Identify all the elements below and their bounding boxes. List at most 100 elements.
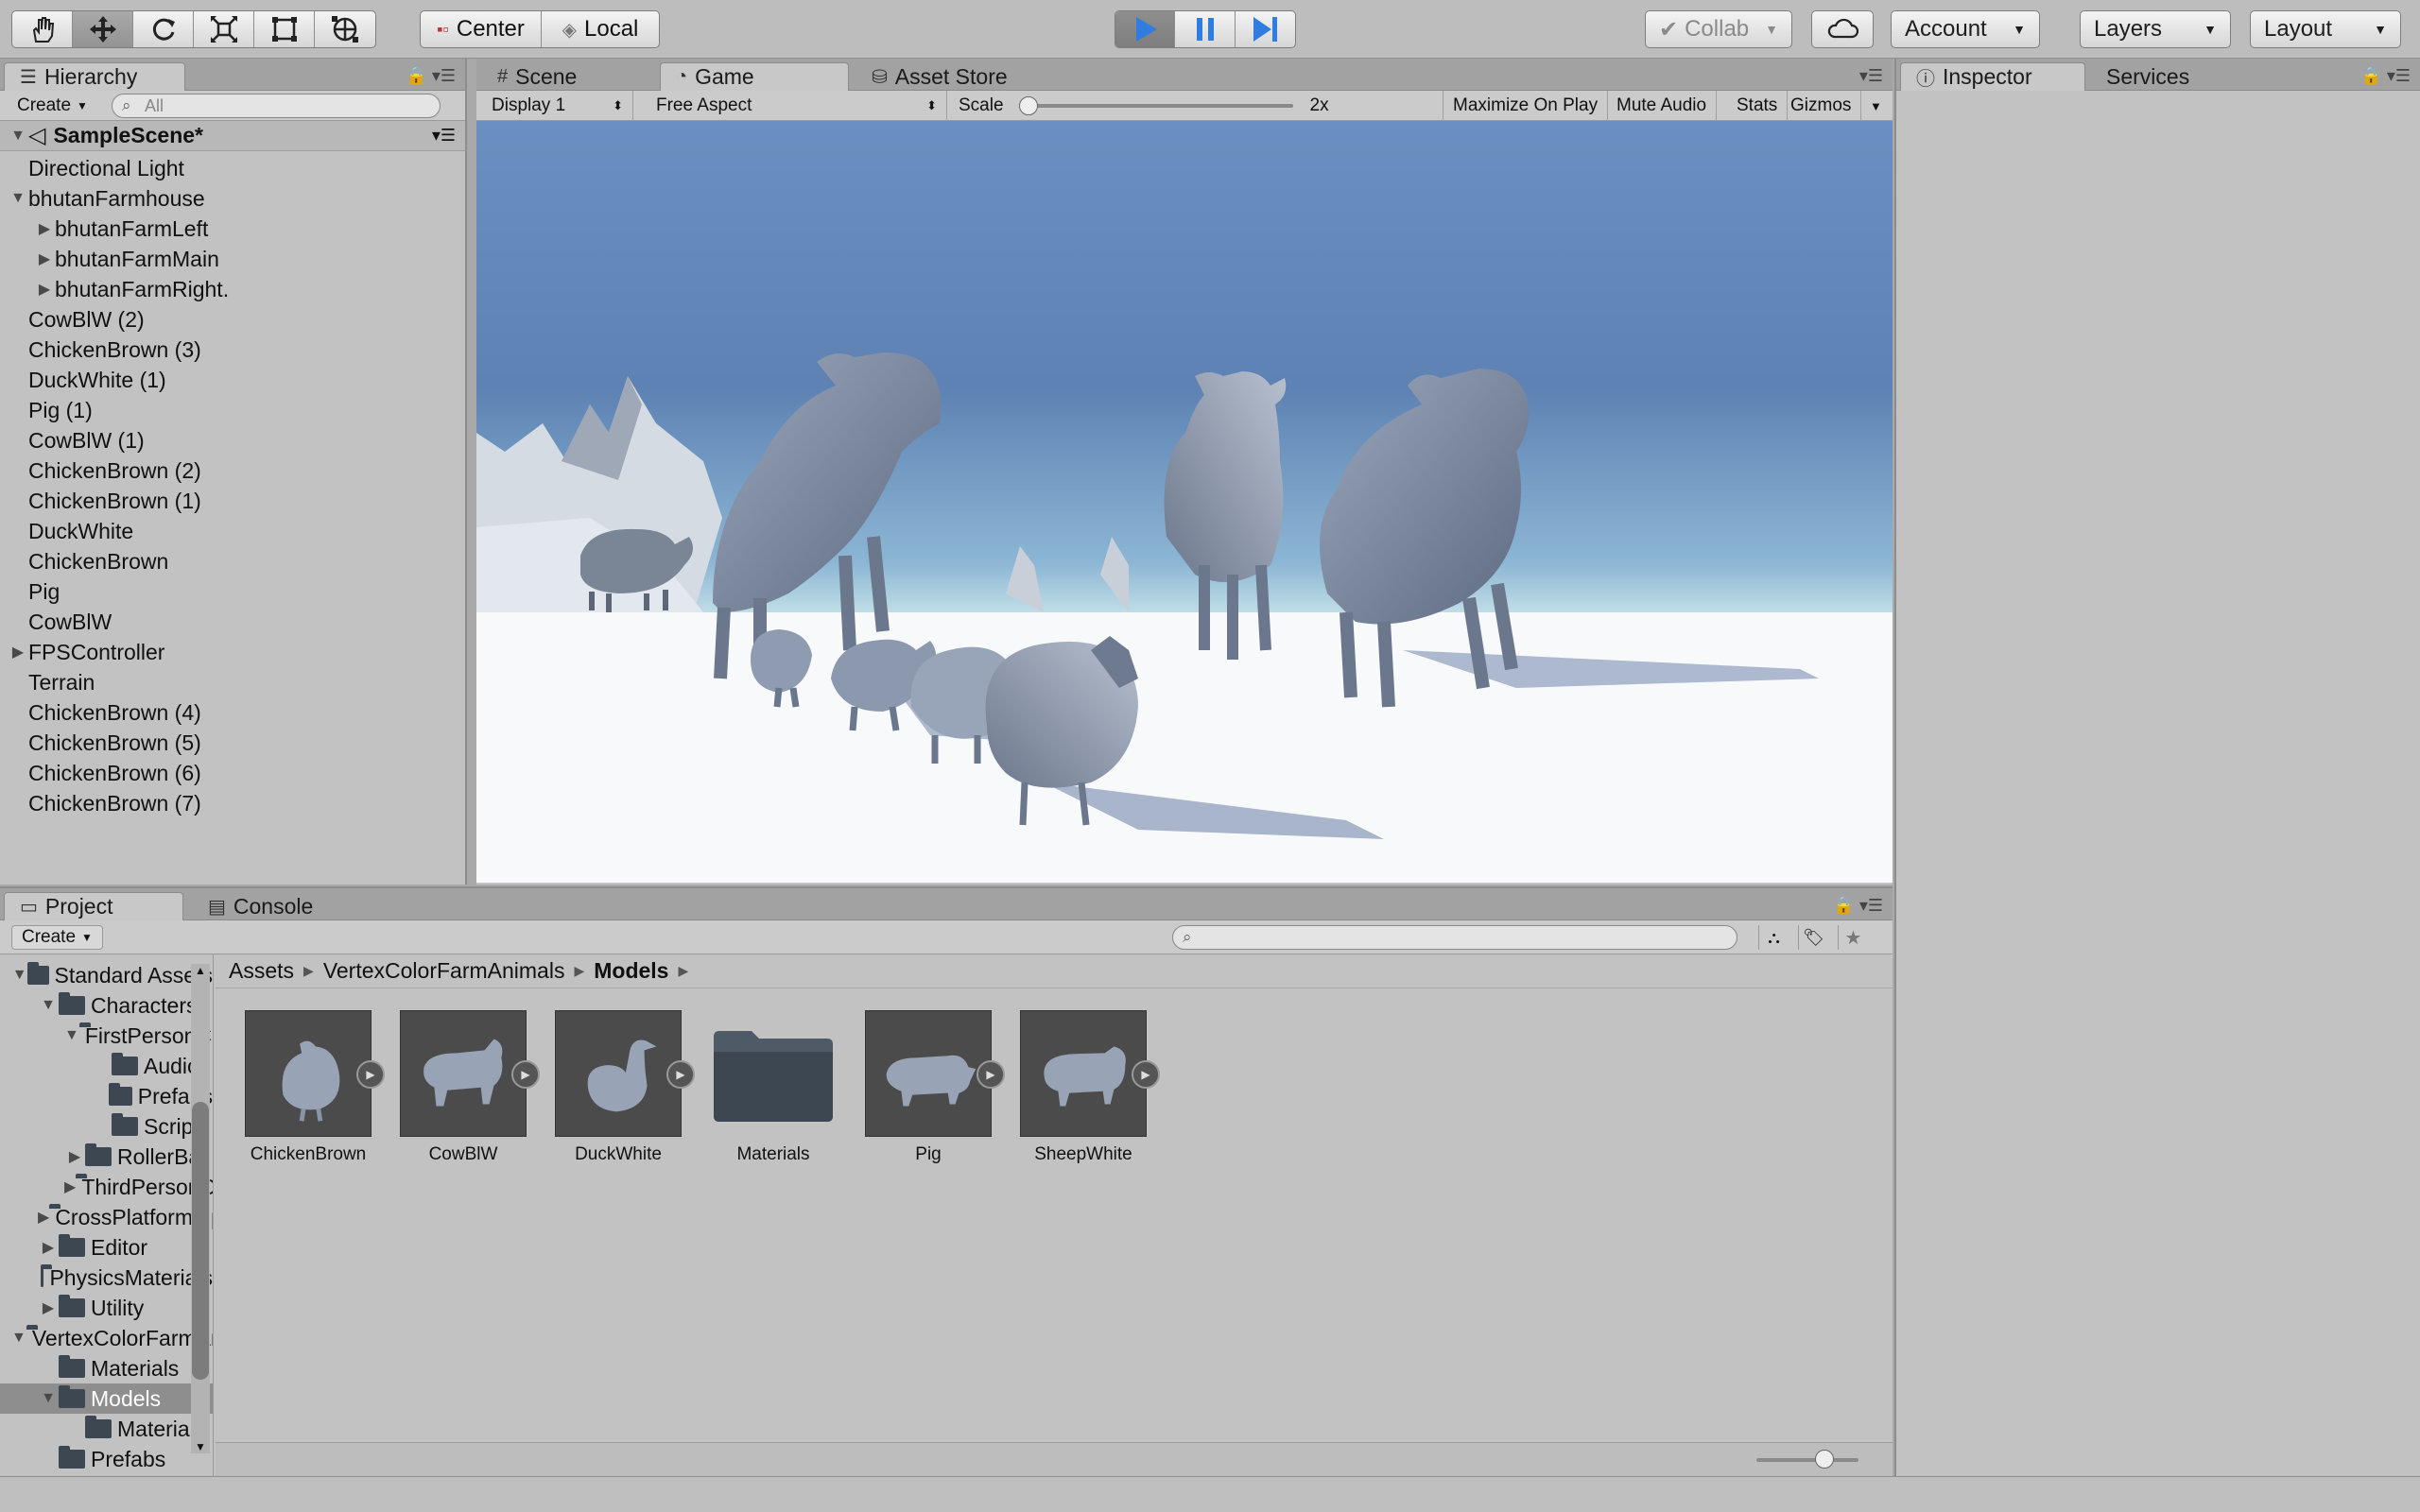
aspect-dropdown[interactable]: Free Aspect ⬍ bbox=[647, 91, 947, 121]
folder-tree-item[interactable]: Materials bbox=[0, 1414, 213, 1444]
hierarchy-item[interactable]: Directional Light bbox=[0, 153, 465, 183]
hierarchy-item[interactable]: Pig bbox=[0, 576, 465, 607]
transform-tool-button[interactable] bbox=[315, 11, 375, 47]
hierarchy-item[interactable]: ▶ bhutanFarmMain bbox=[0, 244, 465, 274]
tree-scrollbar[interactable]: ▲ ▼ bbox=[191, 964, 210, 1453]
tab-game[interactable]: ◔ Game bbox=[660, 62, 849, 91]
folder-tree-item[interactable]: ▼ Characters bbox=[0, 990, 213, 1021]
maximize-on-play-toggle[interactable]: Maximize On Play bbox=[1443, 91, 1609, 121]
folder-tree-item[interactable]: Audio bbox=[0, 1051, 213, 1081]
expand-arrow-icon[interactable]: ▶ bbox=[38, 1298, 59, 1317]
asset-item[interactable]: ▶ ChickenBrown bbox=[233, 1010, 385, 1165]
asset-item[interactable]: ▶ CowBlW bbox=[388, 1010, 540, 1165]
pivot-center-button[interactable]: ▪▫ Center bbox=[421, 11, 542, 47]
breadcrumb-segment[interactable]: Assets bbox=[229, 958, 294, 984]
hierarchy-item[interactable]: ChickenBrown (3) bbox=[0, 335, 465, 365]
expand-arrow-icon[interactable]: ▶ bbox=[34, 219, 55, 238]
tab-scene[interactable]: # Scene bbox=[482, 62, 652, 91]
panel-menu-icon[interactable]: 🔒 ▾☰ bbox=[406, 66, 456, 86]
hierarchy-item[interactable]: ChickenBrown (7) bbox=[0, 788, 465, 818]
expand-arrow-icon[interactable]: ▼ bbox=[64, 1027, 79, 1044]
folder-tree-item[interactable]: ▼FirstPersonCharacter bbox=[0, 1021, 213, 1051]
game-render-viewport[interactable] bbox=[476, 121, 1893, 883]
panel-menu-icon[interactable]: ▾☰ bbox=[1859, 66, 1883, 86]
asset-item[interactable]: Materials bbox=[698, 1010, 849, 1165]
asset-item[interactable]: ▶ DuckWhite bbox=[543, 1010, 695, 1165]
folder-tree-item[interactable]: PhysicsMaterials bbox=[0, 1263, 213, 1293]
hierarchy-item[interactable]: CowBlW (2) bbox=[0, 304, 465, 335]
layout-dropdown[interactable]: Layout ▼ bbox=[2250, 10, 2401, 48]
scrollbar-thumb[interactable] bbox=[192, 1102, 209, 1380]
expand-asset-icon[interactable]: ▶ bbox=[666, 1060, 695, 1089]
rect-tool-button[interactable] bbox=[254, 11, 315, 47]
expand-arrow-icon[interactable]: ▶ bbox=[34, 249, 55, 268]
folder-tree-item[interactable]: ▼ Standard Assets bbox=[0, 960, 213, 990]
scene-header[interactable]: ▼ ◁ SampleScene* ▾☰ bbox=[0, 121, 465, 151]
scene-menu-icon[interactable]: ▾☰ bbox=[432, 126, 456, 146]
hierarchy-item[interactable]: Terrain bbox=[0, 667, 465, 697]
expand-asset-icon[interactable]: ▶ bbox=[977, 1060, 1005, 1089]
expand-arrow-icon[interactable]: ▼ bbox=[38, 1390, 59, 1407]
hierarchy-item[interactable]: ChickenBrown bbox=[0, 546, 465, 576]
layers-dropdown[interactable]: Layers ▼ bbox=[2080, 10, 2231, 48]
folder-tree-item[interactable]: ▼ Models bbox=[0, 1383, 213, 1414]
tab-asset-store[interactable]: ⛁ Asset Store bbox=[856, 62, 1046, 91]
hierarchy-item[interactable]: ChickenBrown (5) bbox=[0, 728, 465, 758]
move-tool-button[interactable] bbox=[73, 11, 133, 47]
asset-item[interactable]: ▶ Pig bbox=[853, 1010, 1005, 1165]
display-dropdown[interactable]: Display 1 ⬍ bbox=[482, 91, 633, 121]
expand-arrow-icon[interactable]: ▶ bbox=[64, 1147, 85, 1166]
hierarchy-item[interactable]: CowBlW (1) bbox=[0, 425, 465, 455]
expand-arrow-icon[interactable]: ▼ bbox=[38, 997, 59, 1014]
panel-menu-icon[interactable]: 🔒 ▾☰ bbox=[2360, 66, 2411, 86]
asset-item[interactable]: ▶ SheepWhite bbox=[1008, 1010, 1160, 1165]
hierarchy-item[interactable]: ChickenBrown (2) bbox=[0, 455, 465, 486]
pivot-local-button[interactable]: ◈ Local bbox=[542, 11, 659, 47]
hierarchy-item[interactable]: ▶ bhutanFarmLeft bbox=[0, 214, 465, 244]
tab-project[interactable]: ▭ Project bbox=[4, 892, 183, 920]
folder-tree-item[interactable]: ▶ Editor bbox=[0, 1232, 213, 1263]
hierarchy-create-button[interactable]: Create ▼ bbox=[8, 94, 97, 118]
tab-inspector[interactable]: ⓘ Inspector bbox=[1900, 62, 2085, 91]
folder-tree-item[interactable]: Prefabs bbox=[0, 1081, 213, 1111]
account-dropdown[interactable]: Account ▼ bbox=[1891, 10, 2040, 48]
hierarchy-item[interactable]: ▶ bhutanFarmRight. bbox=[0, 274, 465, 304]
expand-asset-icon[interactable]: ▶ bbox=[356, 1060, 385, 1089]
folder-tree-item[interactable]: ▶ CrossPlatformInput bbox=[0, 1202, 213, 1232]
expand-arrow-icon[interactable]: ▶ bbox=[38, 1208, 49, 1227]
hierarchy-item[interactable]: DuckWhite bbox=[0, 516, 465, 546]
hierarchy-item[interactable]: ▶ FPSController bbox=[0, 637, 465, 667]
folder-tree-item[interactable]: Materials bbox=[0, 1353, 213, 1383]
expand-arrow-icon[interactable]: ▶ bbox=[38, 1238, 59, 1257]
panel-menu-icon[interactable]: 🔒 ▾☰ bbox=[1833, 896, 1883, 916]
hierarchy-item[interactable]: CowBlW bbox=[0, 607, 465, 637]
scroll-up-icon[interactable]: ▲ bbox=[195, 964, 206, 977]
icon-size-slider[interactable] bbox=[1756, 1450, 1858, 1469]
hierarchy-item[interactable]: ▼ bhutanFarmhouse bbox=[0, 183, 465, 214]
hand-tool-button[interactable] bbox=[12, 11, 73, 47]
stats-toggle[interactable]: Stats bbox=[1727, 91, 1789, 121]
scale-slider[interactable] bbox=[1018, 96, 1293, 115]
folder-tree-item[interactable]: ▶ThirdPersonCharacter bbox=[0, 1172, 213, 1202]
step-button[interactable] bbox=[1236, 11, 1295, 47]
folder-tree-item[interactable]: ▶ RollerBall bbox=[0, 1142, 213, 1172]
mute-audio-toggle[interactable]: Mute Audio bbox=[1607, 91, 1718, 121]
tab-hierarchy[interactable]: ☰ Hierarchy bbox=[4, 62, 185, 91]
filter-by-type-icon[interactable]: ⛬ bbox=[1758, 925, 1789, 950]
folder-tree-item[interactable]: ▶ Utility bbox=[0, 1293, 213, 1323]
pause-button[interactable] bbox=[1175, 11, 1236, 47]
expand-arrow-icon[interactable]: ▶ bbox=[34, 280, 55, 299]
breadcrumb-segment[interactable]: VertexColorFarmAnimals bbox=[323, 958, 565, 984]
expand-asset-icon[interactable]: ▶ bbox=[511, 1060, 540, 1089]
collab-dropdown[interactable]: ✔ Collab ▼ bbox=[1645, 10, 1792, 48]
folder-tree-item[interactable]: Scripts bbox=[0, 1111, 213, 1142]
project-search-input[interactable]: ⌕ bbox=[1172, 925, 1737, 950]
play-button[interactable] bbox=[1115, 11, 1176, 47]
folder-tree-item[interactable]: Prefabs bbox=[0, 1444, 213, 1474]
rotate-tool-button[interactable] bbox=[133, 11, 194, 47]
hierarchy-item[interactable]: ChickenBrown (6) bbox=[0, 758, 465, 788]
expand-arrow-icon[interactable]: ▼ bbox=[11, 1330, 26, 1347]
cloud-button[interactable] bbox=[1811, 10, 1874, 48]
expand-arrow-icon[interactable]: ▼ bbox=[11, 967, 27, 984]
favorites-star-icon[interactable]: ★ bbox=[1838, 925, 1868, 950]
